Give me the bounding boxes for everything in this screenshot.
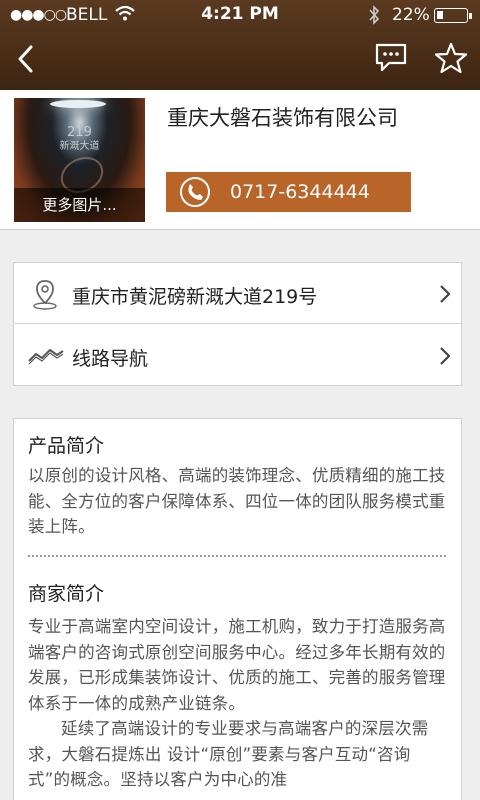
route-icon [28, 349, 64, 365]
chevron-right-icon [440, 347, 451, 365]
battery-fill [437, 11, 443, 19]
photo-lamp [50, 100, 106, 108]
route-navigation-row[interactable]: 线路导航 [14, 325, 461, 386]
battery-icon [434, 8, 472, 23]
merchant-intro-paragraph-1: 专业于高端室内空间设计，施工机购，致力于打造服务高端客户的咨询式原创空间服务中心… [28, 617, 446, 713]
photo-sign: 219 新溉大道 [14, 126, 145, 154]
address-text: 重庆市黄泥磅新溉大道219号 [72, 286, 318, 308]
company-name: 重庆大磐石装饰有限公司 [167, 106, 398, 130]
back-chevron-icon[interactable] [12, 42, 42, 76]
chevron-right-icon [440, 285, 451, 303]
section-divider [28, 555, 446, 557]
company-photo[interactable]: 219 新溉大道 更多图片... [14, 98, 145, 222]
product-intro-text: 以原创的设计风格、高端的装饰理念、优质精细的施工技能、全方位的客户保障体系、四位… [28, 466, 446, 536]
location-pin-icon [33, 280, 57, 310]
location-box: 重庆市黄泥磅新溉大道219号 线路导航 [13, 262, 462, 386]
status-bar: ●●●○○ BELL 4:21 PM 22% [0, 0, 480, 30]
merchant-intro-paragraph-2: 延续了高端设计的专业要求与高端客户的深层次需求，大磐石提炼出 设计“原创”要素与… [28, 719, 429, 789]
star-icon[interactable] [434, 42, 468, 74]
product-intro-title: 产品简介 [28, 435, 105, 457]
address-row[interactable]: 重庆市黄泥磅新溉大道219号 [14, 263, 461, 324]
top-bar: ●●●○○ BELL 4:21 PM 22% [0, 0, 480, 90]
route-label: 线路导航 [72, 348, 149, 370]
company-header: 219 新溉大道 更多图片... 重庆大磐石装饰有限公司 0717-634444… [0, 90, 480, 230]
call-button[interactable]: 0717-6344444 [166, 172, 411, 212]
more-photos-label[interactable]: 更多图片... [14, 188, 145, 222]
merchant-intro-text: 专业于高端室内空间设计，施工机购，致力于打造服务高端客户的咨询式原创空间服务中心… [28, 614, 452, 793]
photo-sign-street: 新溉大道 [59, 141, 100, 152]
bluetooth-icon [369, 5, 380, 25]
merchant-intro-title: 商家简介 [28, 583, 105, 605]
photo-sign-number: 219 [67, 125, 92, 140]
phone-icon [180, 177, 210, 207]
phone-number: 0717-6344444 [230, 181, 370, 203]
chat-icon[interactable] [374, 42, 408, 74]
description-box: 产品简介 以原创的设计风格、高端的装饰理念、优质精细的施工技能、全方位的客户保障… [13, 418, 462, 800]
battery-percent: 22% [392, 5, 430, 25]
